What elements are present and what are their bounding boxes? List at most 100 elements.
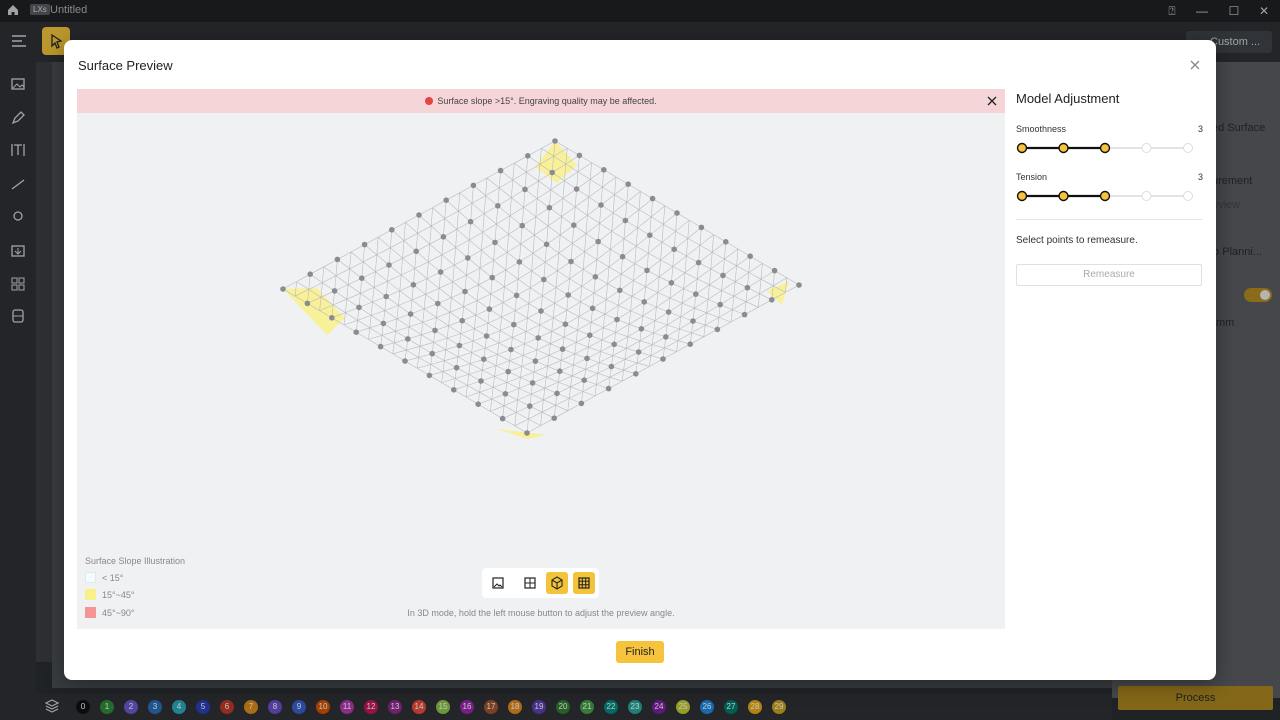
measure-point[interactable] (698, 224, 705, 231)
measure-point[interactable] (587, 332, 593, 338)
measure-point[interactable] (508, 346, 514, 353)
measure-point[interactable] (769, 297, 775, 303)
measure-point[interactable] (671, 246, 677, 253)
measure-point[interactable] (495, 203, 501, 209)
smoothness-slider[interactable] (1016, 142, 1194, 154)
measure-point[interactable] (674, 210, 680, 216)
measure-point[interactable] (502, 391, 509, 397)
measure-point[interactable] (714, 326, 721, 333)
measure-point[interactable] (453, 364, 460, 371)
measure-point[interactable] (519, 222, 525, 229)
measure-point[interactable] (576, 152, 583, 159)
measure-point[interactable] (565, 292, 571, 298)
measure-point[interactable] (538, 308, 544, 314)
measure-point[interactable] (633, 371, 639, 377)
measure-point[interactable] (771, 267, 778, 274)
measure-point[interactable] (356, 304, 362, 311)
close-icon[interactable] (1188, 58, 1202, 72)
measure-point[interactable] (571, 222, 577, 228)
measure-point[interactable] (584, 355, 590, 362)
measure-point[interactable] (359, 275, 365, 281)
measure-point[interactable] (723, 239, 729, 245)
measure-point[interactable] (644, 267, 650, 274)
measure-point[interactable] (578, 400, 585, 407)
grid-mesh-button[interactable] (573, 572, 595, 594)
measure-point[interactable] (595, 238, 601, 245)
measure-point[interactable] (635, 349, 642, 355)
measure-point[interactable] (410, 282, 417, 288)
measure-point[interactable] (601, 167, 607, 173)
measure-point[interactable] (619, 253, 626, 260)
measure-point[interactable] (557, 368, 563, 374)
remeasure-button[interactable]: Remeasure (1016, 264, 1202, 286)
measure-point[interactable] (511, 321, 517, 328)
measure-point[interactable] (552, 138, 558, 144)
measure-point[interactable] (443, 197, 450, 203)
measure-point[interactable] (483, 333, 490, 339)
measure-point[interactable] (605, 385, 612, 392)
measure-point[interactable] (516, 259, 523, 265)
measure-point[interactable] (543, 241, 550, 248)
measure-point[interactable] (660, 356, 666, 362)
slider-step-2[interactable] (1058, 190, 1069, 202)
slider-step-1[interactable] (1016, 190, 1028, 202)
measure-point[interactable] (535, 335, 541, 341)
measure-point[interactable] (532, 358, 539, 364)
measure-point[interactable] (592, 274, 599, 280)
measure-point[interactable] (467, 218, 474, 225)
measure-point[interactable] (614, 316, 620, 323)
measure-point[interactable] (465, 255, 471, 261)
measure-point[interactable] (505, 368, 512, 375)
measure-point[interactable] (304, 300, 311, 307)
measure-point[interactable] (380, 320, 387, 327)
measure-point[interactable] (665, 309, 672, 315)
measure-point[interactable] (435, 300, 441, 307)
measure-point[interactable] (451, 387, 457, 393)
preview-area[interactable]: Surface slope >15°. Engraving quality ma… (77, 89, 1005, 629)
measure-point[interactable] (541, 276, 547, 283)
measure-point[interactable] (462, 288, 468, 295)
measure-point[interactable] (741, 311, 748, 318)
measure-point[interactable] (459, 317, 466, 324)
measure-point[interactable] (497, 167, 504, 174)
measure-point[interactable] (426, 372, 433, 379)
measure-point[interactable] (524, 430, 530, 436)
measure-point[interactable] (437, 269, 444, 275)
measure-point[interactable] (617, 287, 623, 294)
measure-point[interactable] (522, 186, 528, 193)
measure-point[interactable] (589, 305, 596, 312)
measure-point[interactable] (353, 329, 360, 335)
measure-point[interactable] (581, 377, 587, 384)
slider-step-2[interactable] (1058, 142, 1069, 154)
measure-point[interactable] (481, 356, 487, 362)
measure-point[interactable] (331, 288, 338, 294)
measure-point[interactable] (744, 284, 751, 291)
3d-model-button[interactable] (546, 572, 568, 594)
slider-step-3[interactable] (1099, 142, 1111, 154)
finish-button[interactable]: Finish (616, 641, 664, 663)
slider-step-5[interactable] (1183, 191, 1193, 201)
measure-point[interactable] (687, 341, 693, 347)
measure-point[interactable] (717, 301, 723, 308)
measure-point[interactable] (568, 258, 574, 265)
measure-point[interactable] (625, 181, 631, 187)
measure-point[interactable] (649, 195, 656, 202)
measure-point[interactable] (529, 380, 536, 386)
slider-step-5[interactable] (1183, 143, 1193, 153)
tension-slider[interactable] (1016, 190, 1194, 202)
measure-point[interactable] (611, 341, 617, 348)
slider-step-1[interactable] (1016, 142, 1028, 154)
measure-point[interactable] (492, 239, 498, 246)
measure-point[interactable] (641, 299, 647, 305)
measure-point[interactable] (690, 318, 696, 324)
measure-point[interactable] (429, 350, 436, 357)
measure-point[interactable] (416, 212, 422, 218)
measure-point[interactable] (486, 306, 493, 312)
surface-mesh-3d[interactable] (77, 113, 1005, 553)
measure-point[interactable] (747, 253, 753, 259)
measure-point[interactable] (405, 336, 411, 342)
measure-point[interactable] (329, 315, 335, 321)
slider-step-4[interactable] (1141, 191, 1152, 201)
measure-point[interactable] (549, 169, 555, 176)
measure-point[interactable] (307, 271, 313, 277)
